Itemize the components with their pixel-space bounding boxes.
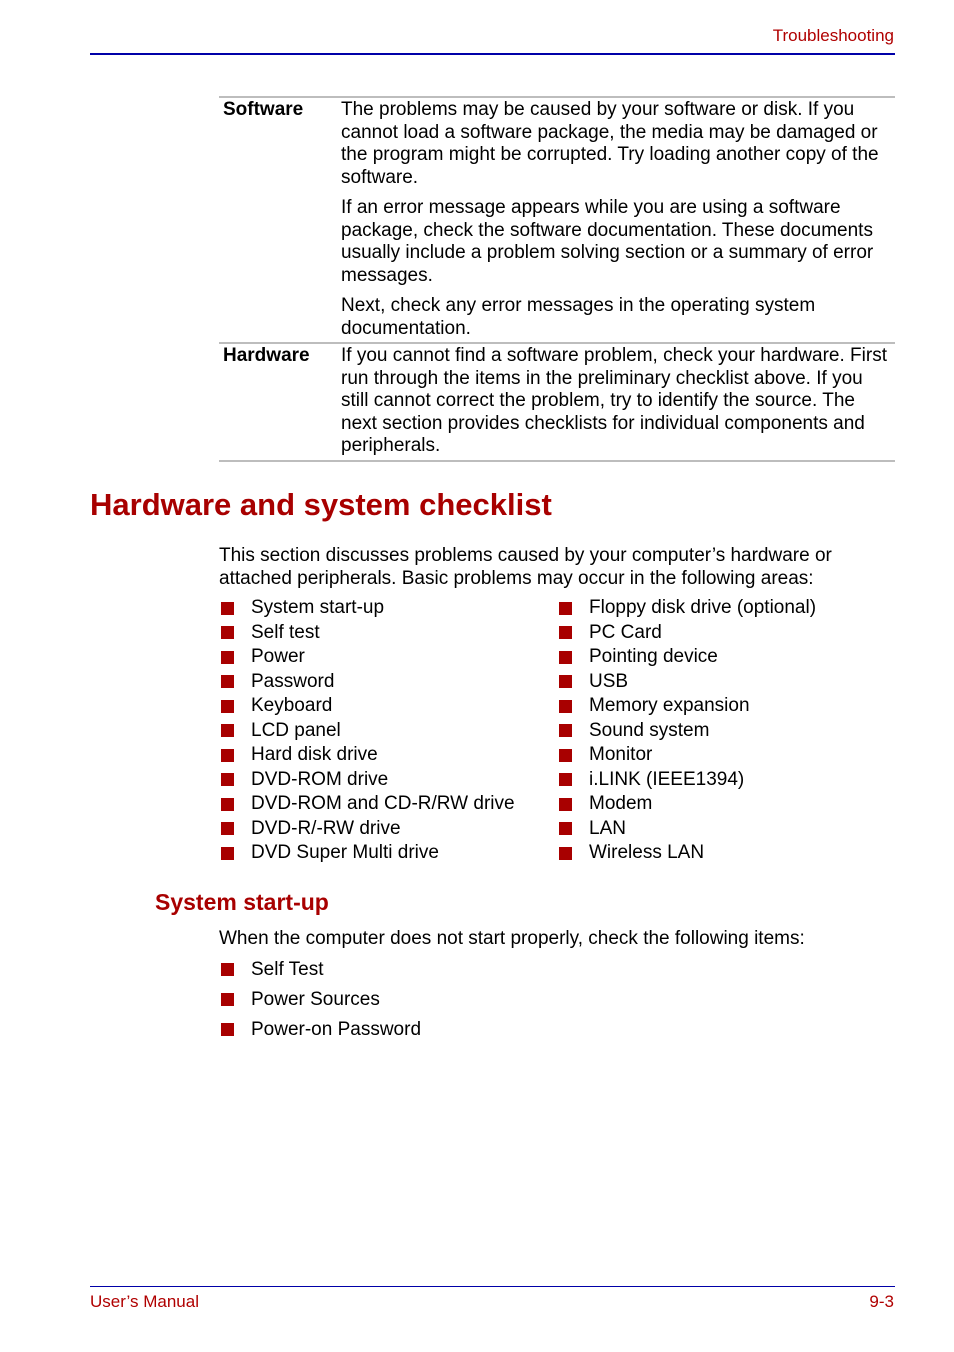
list-item: LCD panel bbox=[221, 719, 515, 744]
square-bullet-icon bbox=[559, 650, 572, 664]
list-item: DVD-ROM and CD-R/RW drive bbox=[221, 792, 515, 817]
list-item: PC Card bbox=[559, 621, 816, 646]
square-bullet-icon bbox=[221, 993, 234, 1006]
square-bullet-icon bbox=[221, 773, 234, 787]
square-bullet-icon bbox=[559, 626, 572, 640]
list-item-label: Pointing device bbox=[589, 646, 718, 667]
table-row-hardware: Hardware If you cannot find a software p… bbox=[219, 343, 895, 461]
square-bullet-icon bbox=[221, 699, 234, 713]
square-bullet-icon bbox=[559, 822, 572, 836]
list-item-label: DVD Super Multi drive bbox=[251, 842, 439, 863]
list-item-label: Memory expansion bbox=[589, 695, 750, 716]
list-item-label: DVD-ROM drive bbox=[251, 768, 389, 790]
software-hardware-table: Software The problems may be caused by y… bbox=[219, 96, 895, 462]
list-item: DVD Super Multi drive bbox=[221, 841, 515, 866]
description-paragraph: If an error message appears while you ar… bbox=[341, 197, 874, 286]
list-item: Power-on Password bbox=[221, 1017, 421, 1047]
footer-divider bbox=[90, 1286, 895, 1287]
description-paragraph: If you cannot find a software problem, c… bbox=[341, 345, 887, 456]
list-item: USB bbox=[559, 670, 816, 695]
term-hardware: Hardware bbox=[223, 345, 310, 366]
square-bullet-icon bbox=[221, 846, 234, 860]
square-bullet-icon bbox=[559, 797, 572, 811]
startup-checklist: Self Test Power Sources Power-on Passwor… bbox=[221, 957, 421, 1047]
list-item-label: Self Test bbox=[251, 959, 324, 980]
description-software: The problems may be caused by your softw… bbox=[341, 97, 895, 343]
square-bullet-icon bbox=[221, 675, 234, 689]
checklist-left-column: System start-up Self test Power Password… bbox=[221, 596, 515, 866]
list-item: Modem bbox=[559, 792, 816, 817]
list-item: Pointing device bbox=[559, 645, 816, 670]
square-bullet-icon bbox=[559, 675, 572, 689]
running-header-title: Troubleshooting bbox=[772, 26, 894, 45]
description-hardware: If you cannot find a software problem, c… bbox=[341, 343, 895, 461]
square-bullet-icon bbox=[221, 1023, 234, 1036]
list-item-label: Self test bbox=[251, 621, 320, 643]
square-bullet-icon bbox=[559, 846, 572, 860]
list-item-label: PC Card bbox=[589, 621, 662, 643]
list-item: Keyboard bbox=[221, 694, 515, 719]
checklist-right-column: Floppy disk drive (optional) PC Card Poi… bbox=[559, 596, 816, 866]
list-item-label: Power Sources bbox=[251, 989, 380, 1010]
square-bullet-icon bbox=[559, 601, 572, 615]
list-item-label: Power bbox=[251, 646, 305, 667]
list-item: DVD-R/-RW drive bbox=[221, 817, 515, 842]
square-bullet-icon bbox=[559, 699, 572, 713]
list-item-label: Password bbox=[251, 670, 335, 692]
square-bullet-icon bbox=[221, 748, 234, 762]
footer-manual-title: User’s Manual bbox=[90, 1292, 199, 1311]
square-bullet-icon bbox=[221, 822, 234, 836]
list-item-label: Hard disk drive bbox=[251, 744, 378, 765]
description-paragraph: The problems may be caused by your softw… bbox=[341, 99, 879, 188]
list-item-label: Monitor bbox=[589, 744, 653, 765]
list-item-label: LAN bbox=[589, 817, 626, 839]
list-item: Memory expansion bbox=[559, 694, 816, 719]
list-item: System start-up bbox=[221, 596, 515, 621]
list-item: Password bbox=[221, 670, 515, 695]
list-item: Power bbox=[221, 645, 515, 670]
section-heading-hardware-checklist: Hardware and system checklist bbox=[90, 487, 552, 522]
list-item-label: Floppy disk drive (optional) bbox=[589, 597, 817, 618]
subsection-heading-system-startup: System start-up bbox=[155, 889, 329, 915]
square-bullet-icon bbox=[221, 626, 234, 640]
list-item-label: Sound system bbox=[589, 719, 710, 741]
list-item-label: Power-on Password bbox=[251, 1019, 422, 1040]
list-item-label: DVD-ROM and CD-R/RW drive bbox=[251, 793, 515, 814]
square-bullet-icon bbox=[221, 797, 234, 811]
square-bullet-icon bbox=[221, 724, 234, 738]
square-bullet-icon bbox=[221, 650, 234, 664]
square-bullet-icon bbox=[221, 601, 234, 615]
description-paragraph: Next, check any error messages in the op… bbox=[341, 295, 816, 339]
list-item-label: i.LINK (IEEE1394) bbox=[589, 768, 745, 790]
header-divider bbox=[90, 53, 895, 55]
list-item: Floppy disk drive (optional) bbox=[559, 596, 816, 621]
list-item: Sound system bbox=[559, 719, 816, 744]
square-bullet-icon bbox=[559, 773, 572, 787]
page-number: 9-3 bbox=[869, 1292, 894, 1311]
list-item-label: Modem bbox=[589, 793, 653, 814]
list-item: LAN bbox=[559, 817, 816, 842]
list-item-label: System start-up bbox=[251, 597, 385, 618]
term-software: Software bbox=[223, 99, 304, 120]
list-item: Power Sources bbox=[221, 987, 421, 1017]
list-item-label: Keyboard bbox=[251, 695, 333, 716]
list-item-label: LCD panel bbox=[251, 719, 341, 741]
list-item: Hard disk drive bbox=[221, 743, 515, 768]
startup-intro: When the computer does not start properl… bbox=[219, 928, 805, 949]
list-item-label: DVD-R/-RW drive bbox=[251, 817, 401, 839]
table-row-software: Software The problems may be caused by y… bbox=[219, 97, 895, 343]
list-item-label: Wireless LAN bbox=[589, 842, 705, 863]
list-item: DVD-ROM drive bbox=[221, 768, 515, 793]
list-item: Monitor bbox=[559, 743, 816, 768]
list-item: Self Test bbox=[221, 957, 421, 987]
list-item: Self test bbox=[221, 621, 515, 646]
list-item: i.LINK (IEEE1394) bbox=[559, 768, 816, 793]
square-bullet-icon bbox=[559, 724, 572, 738]
square-bullet-icon bbox=[559, 748, 572, 762]
square-bullet-icon bbox=[221, 963, 234, 976]
list-item-label: USB bbox=[589, 670, 629, 692]
checklist-intro: This section discusses problems caused b… bbox=[219, 545, 832, 589]
list-item: Wireless LAN bbox=[559, 841, 816, 866]
